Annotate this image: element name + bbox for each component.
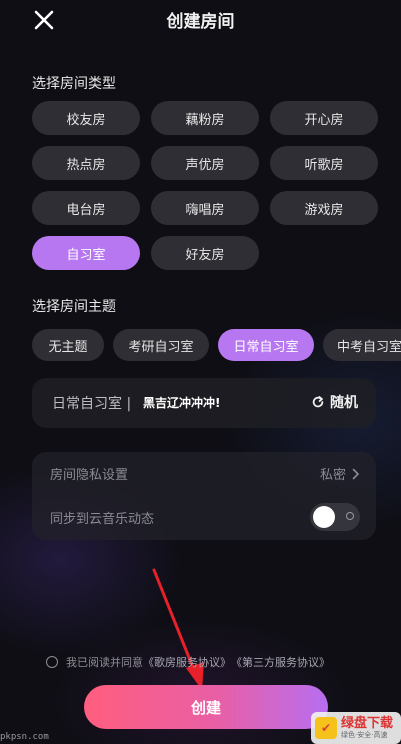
toggle-off-icon xyxy=(346,512,354,520)
service-agreement-link[interactable]: 《歌房服务协议》 xyxy=(143,654,231,670)
sync-toggle[interactable] xyxy=(310,503,360,531)
room-type-chip-study[interactable]: 自习室 xyxy=(32,236,140,270)
refresh-icon xyxy=(312,396,324,408)
room-type-chip-hot[interactable]: 热点房 xyxy=(32,146,140,180)
theme-chip-exam[interactable]: 考研自习室 xyxy=(113,329,209,361)
create-button[interactable]: 创建 xyxy=(84,685,328,729)
page-title: 创建房间 xyxy=(166,12,235,32)
watermark-sub: 绿色·安全·高速 xyxy=(341,731,388,739)
privacy-label: 房间隐私设置 xyxy=(50,468,129,483)
watermark-main: 绿盘下载 xyxy=(341,716,394,731)
room-type-chip-friends[interactable]: 好友房 xyxy=(151,236,259,270)
theme-chip-middle[interactable]: 中考自习室 xyxy=(323,329,401,361)
agree-prefix: 我已阅读并同意 xyxy=(66,656,143,669)
theme-chip-none[interactable]: 无主题 xyxy=(32,329,104,361)
room-type-chip-fans[interactable]: 藕粉房 xyxy=(151,101,259,135)
toggle-knob xyxy=(313,506,335,528)
room-type-chip-sing[interactable]: 嗨唱房 xyxy=(151,191,259,225)
sync-label: 同步到云音乐动态 xyxy=(50,512,155,527)
room-name-bar: 日常自习室 | 黑吉辽冲冲冲! 随机 xyxy=(32,378,376,428)
theme-title: 选择房间主题 xyxy=(32,299,116,315)
room-type-chip-radio[interactable]: 电台房 xyxy=(32,191,140,225)
create-button-label: 创建 xyxy=(190,698,221,717)
chevron-right-icon xyxy=(352,468,360,479)
settings-card: 房间隐私设置 私密 同步到云音乐动态 xyxy=(32,452,376,540)
privacy-value[interactable]: 私密 xyxy=(320,464,360,483)
theme-chip-daily[interactable]: 日常自习室 xyxy=(218,329,314,361)
watermark-right: ✔ 绿盘下载 绿色·安全·高速 xyxy=(311,712,401,744)
room-type-chip-happy[interactable]: 开心房 xyxy=(270,101,378,135)
agreement-row: 我已阅读并同意 《歌房服务协议》 《第三方服务协议》 xyxy=(46,654,330,670)
watermark-logo-icon: ✔ xyxy=(315,717,337,739)
agree-radio[interactable] xyxy=(46,656,58,668)
room-name-input[interactable]: 黑吉辽冲冲冲! xyxy=(143,394,220,411)
room-theme-prefix: 日常自习室 | xyxy=(52,396,132,412)
random-label: 随机 xyxy=(330,395,358,411)
sync-row: 同步到云音乐动态 xyxy=(32,496,376,540)
header: 创建房间 xyxy=(0,0,401,40)
room-type-title: 选择房间类型 xyxy=(32,76,116,92)
privacy-row[interactable]: 房间隐私设置 私密 xyxy=(32,452,376,496)
random-button[interactable]: 随机 xyxy=(311,392,358,412)
watermark-left: pkpsn.com xyxy=(0,732,49,742)
room-type-chip-listen[interactable]: 听歌房 xyxy=(270,146,378,180)
third-party-agreement-link[interactable]: 《第三方服务协议》 xyxy=(231,654,330,670)
room-type-chip-voice[interactable]: 声优房 xyxy=(151,146,259,180)
privacy-value-text: 私密 xyxy=(319,468,346,483)
room-type-chip-alumni[interactable]: 校友房 xyxy=(32,101,140,135)
room-type-chip-game[interactable]: 游戏房 xyxy=(270,191,378,225)
